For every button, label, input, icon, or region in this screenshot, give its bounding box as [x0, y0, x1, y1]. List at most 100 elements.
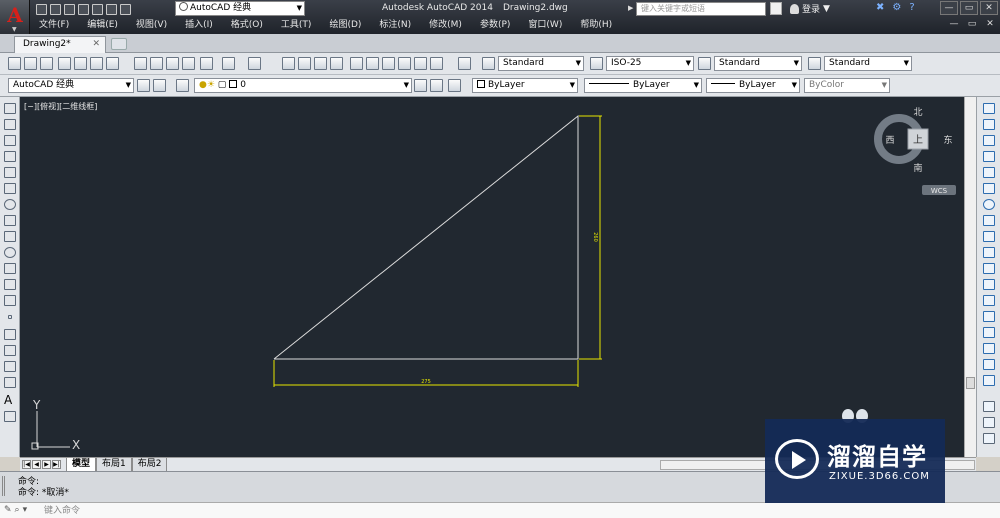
redo-icon[interactable]: [248, 57, 261, 70]
table-style-select[interactable]: Standard ▼: [714, 56, 802, 71]
exchange-icon[interactable]: ✖: [876, 2, 884, 13]
first-layout-icon[interactable]: |◀: [22, 460, 31, 469]
insert-block-icon[interactable]: [4, 279, 16, 290]
break-icon[interactable]: [983, 295, 995, 306]
workspace-select[interactable]: AutoCAD 经典 ▼: [175, 1, 305, 16]
last-layout-icon[interactable]: ▶|: [52, 460, 61, 469]
draworder-back-icon[interactable]: [983, 433, 995, 444]
menu-parametric[interactable]: 参数(P): [471, 18, 519, 32]
login-button[interactable]: 登录 ▼: [790, 2, 830, 15]
mleader-style-icon[interactable]: [808, 57, 821, 70]
tab-layout2[interactable]: 布局2: [131, 458, 168, 472]
publish-icon[interactable]: [90, 57, 103, 70]
menu-format[interactable]: 格式(O): [222, 18, 272, 32]
blend-curves-icon[interactable]: [983, 359, 995, 370]
scroll-thumb[interactable]: [966, 377, 975, 389]
customize-icon[interactable]: [153, 79, 166, 92]
polyline-icon[interactable]: [4, 135, 16, 146]
connect-icon[interactable]: ⚙: [892, 2, 901, 13]
zoom-previous-icon[interactable]: [330, 57, 343, 70]
new-icon[interactable]: [8, 57, 21, 70]
table-icon[interactable]: [4, 377, 16, 388]
rotate-icon[interactable]: [983, 199, 995, 210]
menu-view[interactable]: 视图(V): [127, 18, 176, 32]
text-style-icon[interactable]: [482, 57, 495, 70]
polygon-icon[interactable]: [4, 151, 16, 162]
draworder-icon[interactable]: [983, 401, 995, 412]
menu-help[interactable]: 帮助(H): [571, 18, 621, 32]
mleader-style-select[interactable]: Standard ▼: [824, 56, 912, 71]
scale-icon[interactable]: [983, 215, 995, 226]
undo-icon[interactable]: [106, 3, 117, 15]
cut-icon[interactable]: [134, 57, 147, 70]
menu-insert[interactable]: 插入(I): [176, 18, 222, 32]
dim-style-icon[interactable]: [590, 57, 603, 70]
chamfer-icon[interactable]: [983, 327, 995, 338]
trim-icon[interactable]: [983, 247, 995, 258]
layer-state-icon[interactable]: [448, 79, 461, 92]
mirror-icon[interactable]: [983, 135, 995, 146]
draworder-front-icon[interactable]: [983, 417, 995, 428]
match-properties-icon[interactable]: [182, 57, 195, 70]
command-window-grip[interactable]: [2, 476, 14, 496]
search-icon[interactable]: ⌕: [15, 505, 20, 515]
pan-icon[interactable]: [282, 57, 295, 70]
tool-palettes-icon[interactable]: [382, 57, 395, 70]
markup-icon[interactable]: [414, 57, 427, 70]
stretch-icon[interactable]: [983, 231, 995, 242]
workspace-select[interactable]: AutoCAD 经典 ▼: [8, 78, 134, 93]
properties-icon[interactable]: [350, 57, 363, 70]
viewcube-top-face[interactable]: 上: [913, 134, 923, 146]
linetype-select[interactable]: ByLayer ▼: [584, 78, 702, 93]
close-button[interactable]: ✕: [980, 1, 998, 15]
menu-file[interactable]: 文件(F): [30, 18, 78, 32]
copy-icon[interactable]: [150, 57, 163, 70]
new-tab-button[interactable]: [111, 38, 127, 50]
rectangle-icon[interactable]: [4, 167, 16, 178]
command-input[interactable]: 键入命令: [44, 504, 80, 518]
menu-edit[interactable]: 编辑(E): [78, 18, 127, 32]
plot-icon[interactable]: [58, 57, 71, 70]
wrench-icon[interactable]: ✎: [4, 505, 12, 515]
color-select[interactable]: ByLayer ▼: [472, 78, 578, 93]
region-icon[interactable]: [4, 361, 16, 372]
doc-close-button[interactable]: ✕: [982, 18, 998, 31]
viewcube-west[interactable]: 西: [885, 135, 894, 146]
offset-icon[interactable]: [983, 151, 995, 162]
quickcalc-icon[interactable]: [430, 57, 443, 70]
paste-icon[interactable]: [166, 57, 179, 70]
menu-modify[interactable]: 修改(M): [420, 18, 471, 32]
open-icon[interactable]: [24, 57, 37, 70]
undo-icon[interactable]: [222, 57, 235, 70]
open-icon[interactable]: [50, 3, 61, 15]
tab-drawing2[interactable]: Drawing2* ✕: [14, 36, 106, 53]
plot-preview-icon[interactable]: [74, 57, 87, 70]
fillet-icon[interactable]: [983, 343, 995, 354]
menu-tools[interactable]: 工具(T): [272, 18, 321, 32]
extend-icon[interactable]: [983, 263, 995, 274]
erase-icon[interactable]: [983, 103, 995, 114]
chevron-down-icon[interactable]: ▾: [23, 505, 28, 515]
block-editor-icon[interactable]: [200, 57, 213, 70]
ellipse-arc-icon[interactable]: [4, 263, 16, 274]
viewcube-south[interactable]: 南: [913, 162, 922, 174]
doc-minimize-button[interactable]: —: [946, 18, 962, 31]
menu-window[interactable]: 窗口(W): [519, 18, 571, 32]
join-icon[interactable]: [983, 311, 995, 322]
plotstyle-select[interactable]: ByColor ▼: [804, 78, 890, 93]
tab-model[interactable]: 模型: [66, 458, 97, 472]
multiline-text-icon[interactable]: A: [4, 394, 16, 406]
layer-select[interactable]: ●☀ ▢ 0 ▼: [194, 78, 412, 93]
prev-layout-icon[interactable]: ◀: [32, 460, 41, 469]
redo-icon[interactable]: [120, 3, 131, 15]
help-icon[interactable]: ?: [909, 2, 914, 13]
table-style-icon[interactable]: [698, 57, 711, 70]
plot-icon[interactable]: [92, 3, 103, 15]
explode-icon[interactable]: [983, 375, 995, 386]
3d-dwf-icon[interactable]: [106, 57, 119, 70]
break-at-point-icon[interactable]: [983, 279, 995, 290]
sheet-set-icon[interactable]: [398, 57, 411, 70]
viewcube-north[interactable]: 北: [913, 107, 922, 118]
make-block-icon[interactable]: [4, 295, 16, 306]
close-icon[interactable]: ✕: [92, 37, 100, 52]
